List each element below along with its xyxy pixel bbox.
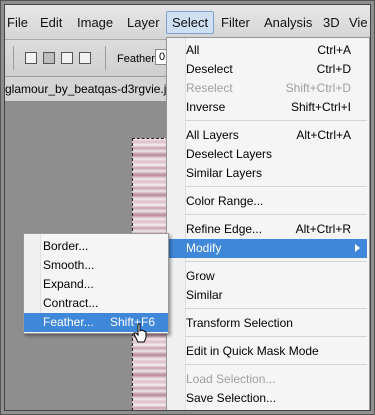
- menu-item-save-selection[interactable]: Save Selection...: [167, 389, 367, 408]
- menu-item-shortcut: Shift+Ctrl+I: [290, 100, 351, 114]
- hand-cursor-icon: [133, 323, 147, 343]
- menu-item-label: Save Selection...: [186, 391, 277, 405]
- menu-edit[interactable]: Edit: [40, 15, 62, 30]
- menu-item-label: Deselect Layers: [186, 147, 273, 161]
- menu-separator: [185, 214, 367, 215]
- menu-item-label: All Layers: [186, 128, 239, 142]
- add-to-selection-icon[interactable]: [43, 52, 55, 64]
- menu-item-shortcut: Ctrl+A: [317, 43, 351, 57]
- menu-item-label: Smooth...: [43, 258, 95, 272]
- submenu-item-contract[interactable]: Contract...: [24, 294, 168, 313]
- document-title: glamour_by_beatqas-d3rgvie.jp: [5, 82, 174, 96]
- menu-item-grow[interactable]: Grow: [167, 267, 367, 286]
- menu-item-label: Edit in Quick Mask Mode: [186, 344, 319, 358]
- intersect-selection-icon[interactable]: [79, 52, 91, 64]
- menu-item-shortcut: Shift+Ctrl+D: [285, 81, 351, 95]
- menu-item-refine-edge[interactable]: Refine Edge... Alt+Ctrl+R: [167, 220, 367, 239]
- menu-item-label: Similar Layers: [186, 166, 263, 180]
- menu-item-label: Load Selection...: [186, 372, 276, 386]
- menu-separator: [185, 261, 367, 262]
- modify-submenu: Border... Smooth... Expand... Contract..…: [23, 233, 169, 334]
- menu-separator: [185, 336, 367, 337]
- menu-item-label: All: [186, 43, 200, 57]
- menu-separator: [185, 120, 367, 121]
- menu-item-similar-layers[interactable]: Similar Layers: [167, 164, 367, 183]
- menu-item-label: Color Range...: [186, 194, 264, 208]
- menu-layer[interactable]: Layer: [127, 15, 160, 30]
- menu-item-shortcut: Alt+Ctrl+R: [295, 222, 351, 236]
- menu-item-modify[interactable]: Modify: [167, 239, 367, 258]
- menu-analysis[interactable]: Analysis: [264, 15, 312, 30]
- menu-item-label: Similar: [186, 288, 223, 302]
- menu-item-label: Grow: [186, 269, 215, 283]
- menu-item-shortcut: Ctrl+D: [316, 62, 351, 76]
- menu-separator: [185, 308, 367, 309]
- subtract-from-selection-icon[interactable]: [61, 52, 73, 64]
- window-frame: File Edit Image Layer Select Filter Anal…: [0, 0, 375, 415]
- menu-item-color-range[interactable]: Color Range...: [167, 192, 367, 211]
- menu-item-all[interactable]: All Ctrl+A: [167, 41, 367, 60]
- submenu-arrow-icon: [355, 244, 360, 252]
- menu-item-label: Reselect: [186, 81, 233, 95]
- menu-item-reselect: Reselect Shift+Ctrl+D: [167, 79, 367, 98]
- photoshop-window: File Edit Image Layer Select Filter Anal…: [4, 4, 371, 411]
- menu-view[interactable]: Vie: [349, 15, 368, 30]
- menu-item-inverse[interactable]: Inverse Shift+Ctrl+I: [167, 98, 367, 117]
- menu-bar: File Edit Image Layer Select Filter Anal…: [5, 5, 370, 40]
- menu-item-deselect-layers[interactable]: Deselect Layers: [167, 145, 367, 164]
- menu-item-load-selection: Load Selection...: [167, 370, 367, 389]
- menu-item-label: Border...: [43, 239, 89, 253]
- select-menu: All Ctrl+A Deselect Ctrl+D Reselect Shift+C…: [166, 37, 370, 410]
- menu-item-label: Deselect: [186, 62, 233, 76]
- options-separator: [105, 46, 106, 70]
- menu-3d[interactable]: 3D: [323, 15, 340, 30]
- menu-item-label: Modify: [186, 241, 222, 255]
- menu-filter[interactable]: Filter: [221, 15, 250, 30]
- menu-file[interactable]: File: [7, 15, 28, 30]
- menu-item-similar[interactable]: Similar: [167, 286, 367, 305]
- menu-item-quick-mask[interactable]: Edit in Quick Mask Mode: [167, 342, 367, 361]
- menu-item-transform-selection[interactable]: Transform Selection: [167, 314, 367, 333]
- menu-item-label: Refine Edge...: [186, 222, 263, 236]
- menu-item-label: Feather...: [43, 315, 94, 329]
- menu-item-deselect[interactable]: Deselect Ctrl+D: [167, 60, 367, 79]
- menu-image[interactable]: Image: [77, 15, 113, 30]
- menu-item-all-layers[interactable]: All Layers Alt+Ctrl+A: [167, 126, 367, 145]
- submenu-item-smooth[interactable]: Smooth...: [24, 256, 168, 275]
- menu-separator: [185, 186, 367, 187]
- menu-select[interactable]: Select: [166, 11, 215, 34]
- menu-item-label: Expand...: [43, 277, 94, 291]
- menu-item-shortcut: Alt+Ctrl+A: [296, 128, 351, 142]
- menu-item-label: Contract...: [43, 296, 99, 310]
- feather-label: Feather:: [117, 53, 158, 65]
- menu-item-label: Inverse: [186, 100, 226, 114]
- new-selection-icon[interactable]: [25, 52, 37, 64]
- submenu-item-expand[interactable]: Expand...: [24, 275, 168, 294]
- menu-separator: [185, 364, 367, 365]
- submenu-item-border[interactable]: Border...: [24, 237, 168, 256]
- options-separator: [13, 46, 14, 70]
- menu-item-label: Transform Selection: [186, 316, 293, 330]
